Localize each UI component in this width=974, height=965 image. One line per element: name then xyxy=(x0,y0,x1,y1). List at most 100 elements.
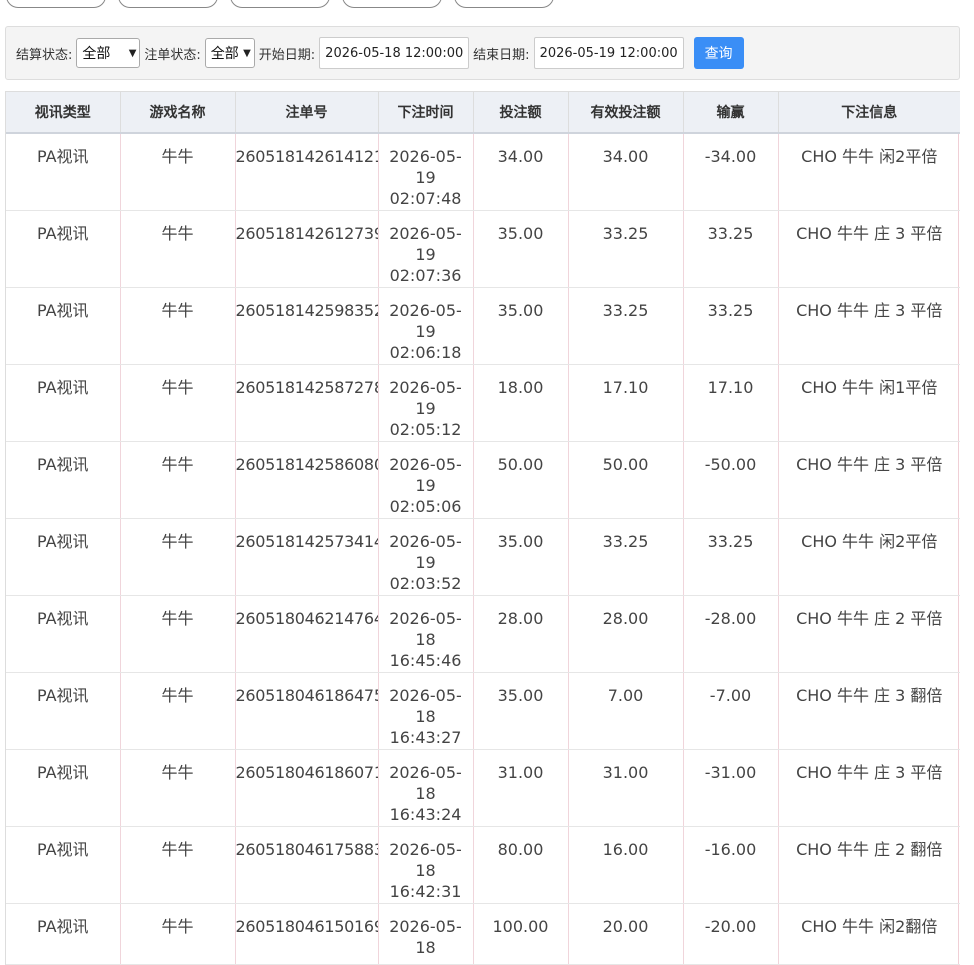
cell-win-loss: -16.00 xyxy=(683,826,779,904)
bet-date: 2026-05-19 xyxy=(389,531,462,572)
cell-bet-time: 2026-05-19 02:03:52 xyxy=(378,518,474,596)
cell-game-name: 牛牛 xyxy=(120,132,236,211)
cell-order-id: 260518046175883 xyxy=(235,826,379,904)
cell-bet-time: 2026-05-19 02:05:06 xyxy=(378,441,474,519)
table-row[interactable]: PA视讯 牛牛 260518046214764 2026-05-18 16:45:46 2… xyxy=(6,595,960,673)
cell-bet-info: CHO 牛牛 闲1平倍 xyxy=(778,364,960,442)
table-row[interactable]: PA视讯 牛牛 260518142612739 2026-05-19 02:07:36 3… xyxy=(6,210,960,288)
table-row[interactable]: PA视讯 牛牛 260518142614121 2026-05-19 02:07:48 3… xyxy=(6,132,960,211)
cell-bet-info: CHO 牛牛 庄 3 平倍 xyxy=(778,749,960,827)
cell-order-id: 260518046214764 xyxy=(235,595,379,673)
bet-clock-time: 02:06:18 xyxy=(389,342,462,362)
cell-bet-info: CHO 牛牛 庄 3 平倍 xyxy=(778,441,960,519)
table-row[interactable]: PA视讯 牛牛 260518142598352 2026-05-19 02:06:18 3… xyxy=(6,287,960,365)
cell-order-id: 260518142573414 xyxy=(235,518,379,596)
top-tab-5[interactable] xyxy=(454,0,554,8)
table-row[interactable]: PA视讯 牛牛 260518046150169 2026-05-18 100.00 20.… xyxy=(6,903,960,965)
top-tab-2[interactable] xyxy=(118,0,218,8)
cell-bet-amount: 80.00 xyxy=(473,826,569,904)
col-header-bet-amount[interactable]: 投注额 xyxy=(473,91,569,134)
end-date-label: 结束日期: xyxy=(473,47,530,63)
bet-date: 2026-05-19 xyxy=(389,146,462,187)
col-header-win-loss[interactable]: 输赢 xyxy=(683,91,779,134)
cell-bet-amount: 34.00 xyxy=(473,132,569,211)
cell-game-name: 牛牛 xyxy=(120,287,236,365)
cell-win-loss: -7.00 xyxy=(683,672,779,750)
bet-date: 2026-05-19 xyxy=(389,454,462,495)
order-status-select[interactable]: 全部 ▼ xyxy=(204,38,255,68)
cell-win-loss: 17.10 xyxy=(683,364,779,442)
top-tab-1[interactable] xyxy=(6,0,106,8)
cell-bet-time: 2026-05-18 16:43:24 xyxy=(378,749,474,827)
cell-order-id: 260518142598352 xyxy=(235,287,379,365)
top-tab-4[interactable] xyxy=(342,0,442,8)
col-header-bet-info[interactable]: 下注信息 xyxy=(778,91,960,134)
cell-bet-amount: 28.00 xyxy=(473,595,569,673)
cell-bet-amount: 100.00 xyxy=(473,903,569,965)
cell-bet-time: 2026-05-18 16:43:27 xyxy=(378,672,474,750)
table-row[interactable]: PA视讯 牛牛 260518046186071 2026-05-18 16:43:24 3… xyxy=(6,749,960,827)
cell-valid-bet: 31.00 xyxy=(568,749,684,827)
cell-bet-time: 2026-05-19 02:05:12 xyxy=(378,364,474,442)
bet-clock-time: 02:03:52 xyxy=(389,573,462,593)
cell-video-type: PA视讯 xyxy=(6,441,121,519)
start-date-input[interactable]: 2026-05-18 12:00:00 xyxy=(319,37,470,69)
table-row[interactable]: PA视讯 牛牛 260518046175883 2026-05-18 16:42:31 8… xyxy=(6,826,960,904)
cell-game-name: 牛牛 xyxy=(120,749,236,827)
table-row[interactable]: PA视讯 牛牛 260518046186475 2026-05-18 16:43:27 3… xyxy=(6,672,960,750)
table-row[interactable]: PA视讯 牛牛 260518142573414 2026-05-19 02:03:52 3… xyxy=(6,518,960,596)
cell-video-type: PA视讯 xyxy=(6,518,121,596)
cell-game-name: 牛牛 xyxy=(120,210,236,288)
cell-win-loss: -20.00 xyxy=(683,903,779,965)
cell-win-loss: 33.25 xyxy=(683,518,779,596)
cell-win-loss: 33.25 xyxy=(683,287,779,365)
cell-win-loss: -34.00 xyxy=(683,132,779,211)
start-date-label: 开始日期: xyxy=(258,47,316,63)
cell-valid-bet: 28.00 xyxy=(568,595,684,673)
cell-bet-time: 2026-05-19 02:07:36 xyxy=(378,210,474,288)
cell-bet-amount: 35.00 xyxy=(473,210,569,288)
cell-video-type: PA视讯 xyxy=(6,132,121,211)
cell-video-type: PA视讯 xyxy=(6,749,121,827)
cell-bet-amount: 18.00 xyxy=(473,364,569,442)
cell-game-name: 牛牛 xyxy=(120,364,236,442)
cell-valid-bet: 17.10 xyxy=(568,364,684,442)
cell-order-id: 260518046186071 xyxy=(235,749,379,827)
end-date-input[interactable]: 2026-05-19 12:00:00 xyxy=(533,37,684,69)
cell-game-name: 牛牛 xyxy=(120,595,236,673)
table-row[interactable]: PA视讯 牛牛 260518142586080 2026-05-19 02:05:06 5… xyxy=(6,441,960,519)
chevron-down-icon: ▼ xyxy=(128,47,137,59)
cell-valid-bet: 50.00 xyxy=(568,441,684,519)
chevron-down-icon: ▼ xyxy=(243,47,251,59)
col-header-valid-bet[interactable]: 有效投注额 xyxy=(568,91,684,134)
cell-win-loss: -28.00 xyxy=(683,595,779,673)
cell-video-type: PA视讯 xyxy=(6,595,121,673)
col-header-order-id[interactable]: 注单号 xyxy=(235,91,379,134)
cell-bet-info: CHO 牛牛 闲2翻倍 xyxy=(778,903,960,965)
cell-bet-info: CHO 牛牛 闲2平倍 xyxy=(778,132,960,211)
bet-clock-time: 16:43:27 xyxy=(389,727,462,747)
table-row[interactable]: PA视讯 牛牛 260518142587278 2026-05-19 02:05:12 1… xyxy=(6,364,960,442)
col-header-video-type[interactable]: 视讯类型 xyxy=(6,91,121,134)
cell-valid-bet: 7.00 xyxy=(568,672,684,750)
settle-status-label: 结算状态: xyxy=(16,47,73,63)
cell-video-type: PA视讯 xyxy=(6,364,121,442)
settle-status-select[interactable]: 全部 ▼ xyxy=(76,38,141,68)
col-header-bet-time[interactable]: 下注时间 xyxy=(378,91,474,134)
cell-order-id: 260518046150169 xyxy=(235,903,379,965)
cell-game-name: 牛牛 xyxy=(120,672,236,750)
bet-date: 2026-05-19 xyxy=(389,377,462,418)
cell-bet-amount: 31.00 xyxy=(473,749,569,827)
cell-video-type: PA视讯 xyxy=(6,672,121,750)
cell-order-id: 260518142612739 xyxy=(235,210,379,288)
cell-video-type: PA视讯 xyxy=(6,287,121,365)
bet-date: 2026-05-18 xyxy=(389,839,462,880)
bet-clock-time: 02:07:48 xyxy=(389,188,462,208)
cell-bet-info: CHO 牛牛 庄 2 平倍 xyxy=(778,595,960,673)
cell-win-loss: -50.00 xyxy=(683,441,779,519)
query-button[interactable]: 查询 xyxy=(693,37,744,69)
col-header-game-name[interactable]: 游戏名称 xyxy=(120,91,236,134)
cell-win-loss: 33.25 xyxy=(683,210,779,288)
bet-clock-time: 02:07:36 xyxy=(389,265,462,285)
top-tab-3[interactable] xyxy=(230,0,330,8)
